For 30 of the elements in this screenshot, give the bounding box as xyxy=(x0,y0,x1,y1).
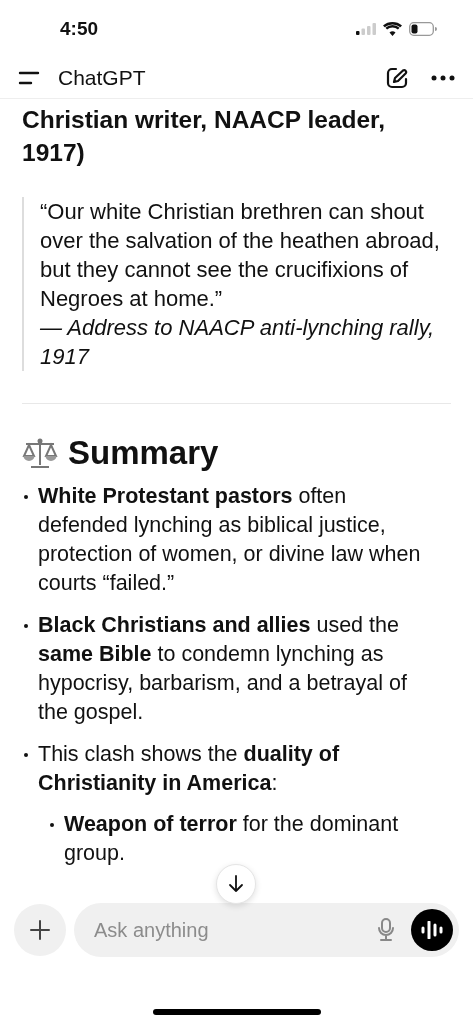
waveform-icon xyxy=(421,921,443,939)
plus-icon xyxy=(30,920,50,940)
battery-icon xyxy=(409,22,437,36)
bullet-text: Weapon of terror for the dominant group. xyxy=(64,811,400,867)
status-time: 4:50 xyxy=(60,18,99,40)
scales-icon xyxy=(22,437,58,469)
new-chat-icon[interactable] xyxy=(385,66,409,90)
add-button[interactable] xyxy=(14,904,66,956)
microphone-icon[interactable] xyxy=(377,918,395,942)
menu-icon[interactable] xyxy=(18,71,40,85)
arrow-down-icon xyxy=(228,875,244,893)
bullet-text: White Protestant pastors often defended lynching as biblical justice, protection of women, or divine law when courts “failed.” xyxy=(38,483,422,597)
section-heading: Christian writer, NAACP leader, 1917) xyxy=(22,105,387,168)
bullet-icon xyxy=(50,823,54,827)
bullet-icon xyxy=(24,753,28,757)
quote-text: “Our white Christian brethren can shout over the salvation of the heathen abroad, but they cannot see the crucifixions of Negroes at home.” xyxy=(40,198,441,313)
signal-icon xyxy=(356,23,376,35)
more-icon[interactable] xyxy=(431,75,455,81)
scroll-down-button[interactable] xyxy=(216,864,256,904)
message-input[interactable]: Ask anything xyxy=(92,917,361,943)
quote-source: — Address to NAACP anti-lynching rally, 1917 xyxy=(40,314,436,371)
message-field[interactable]: Ask anything xyxy=(74,903,459,957)
bullet-text: This clash shows the duality of Christianity in America: xyxy=(38,741,341,797)
voice-button[interactable] xyxy=(411,909,453,951)
bullet-text: Black Christians and allies used the same Bible to condemn lynching as hypocrisy, barbarism, and a betrayal of the gospel. xyxy=(38,612,408,726)
section-title: Summary xyxy=(68,434,219,472)
app-title: ChatGPT xyxy=(58,66,147,90)
bullet-icon xyxy=(24,495,28,499)
wifi-icon xyxy=(383,22,402,36)
bullet-icon xyxy=(24,624,28,628)
